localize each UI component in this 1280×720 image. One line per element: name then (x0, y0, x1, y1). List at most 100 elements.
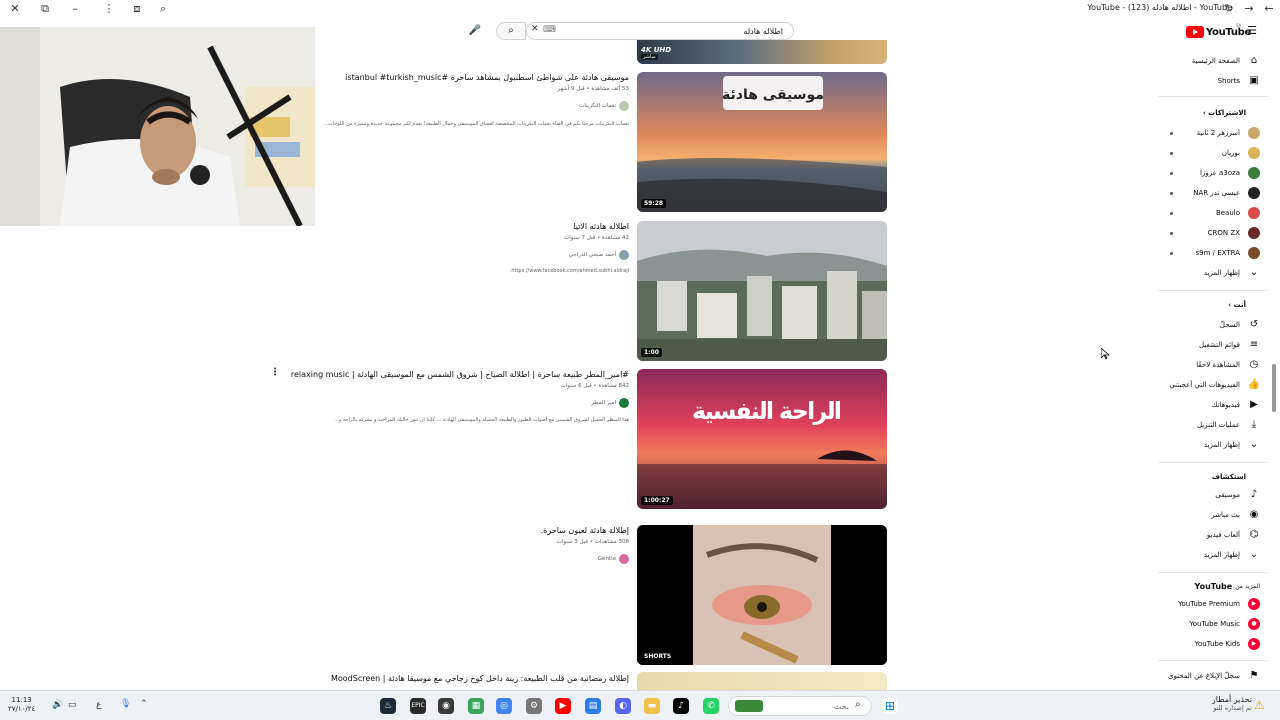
more-menu-icon[interactable]: ⋮ (102, 2, 116, 16)
sidebar-item-home[interactable]: ⌂ الصفحة الرئيسية (1192, 52, 1260, 70)
sidebar-item-watch-later[interactable]: ◷ المشاهدة لاحقًا (1196, 356, 1260, 374)
youtube-app-icon[interactable]: ▶ (555, 698, 571, 714)
video-title[interactable]: #امير_المطر طبيعة ساحرة | اطلالة الصباح … (291, 370, 629, 379)
search-button[interactable]: ⌕ (496, 22, 526, 40)
taskbar-search-input[interactable] (769, 700, 849, 713)
video-description: هذا المنظر الجميل لشروق الشمس مع أصوات ا… (333, 417, 629, 423)
input-language[interactable]: ع (96, 700, 101, 710)
voice-search-button[interactable]: 🎤 (466, 22, 484, 40)
whatsapp-icon[interactable]: ✆ (703, 698, 719, 714)
sidebar-item-subscription[interactable]: a3oza عزوزا (1200, 164, 1260, 182)
sidebar-item-history[interactable]: ↺ السجلّ (1220, 316, 1260, 334)
sunrise-thumbnail: الراحة النفسية (637, 369, 887, 509)
video-thumbnail[interactable]: 1:00 (637, 221, 887, 361)
system-clock[interactable]: 11:13 ٢٧/١٠/٢٤ (8, 696, 35, 714)
epic-games-icon[interactable]: EPIC (410, 698, 426, 714)
sidebar-item-report-history[interactable]: ⚑ سجلّ الإبلاغ عن المحتوى (1168, 667, 1260, 685)
davinci-icon[interactable]: ◉ (438, 698, 454, 714)
reload-icon[interactable]: ↻ (1222, 2, 1236, 16)
video-thumbnail[interactable]: موسيقى هادئة 59:28 (637, 72, 887, 212)
settings-icon[interactable]: ⚙ (526, 698, 542, 714)
sidebar-item-subscription[interactable]: اسرزهر 2 ثانية (1197, 124, 1260, 142)
sidebar-item-subscription[interactable]: عيسى ندر NAR (1193, 184, 1260, 202)
tiktok-icon[interactable]: ♪ (673, 698, 689, 714)
more-actions-icon[interactable]: ⋮ (270, 367, 280, 378)
video-duration: 1:00:27 (641, 496, 673, 505)
playlist-icon: ≡ (1249, 339, 1259, 350)
divider (1158, 660, 1268, 661)
video-title[interactable]: موسيقى هادئة على شواطئ اسطنبول بمشاهد سا… (345, 73, 629, 82)
excel-like-icon[interactable]: ▦ (468, 698, 484, 714)
sidebar-show-more[interactable]: ⌄ إظهار المزيد (1204, 436, 1260, 454)
chevron-down-icon: ⌄ (1249, 267, 1259, 278)
menu-icon[interactable]: ☰ (1246, 25, 1258, 37)
chevron-up-icon[interactable]: ⌃ (140, 699, 148, 709)
channel-link[interactable]: نغمات التكرينات (579, 101, 629, 111)
more-from-youtube-heading: المزيد من YouTube (1194, 582, 1260, 591)
sidebar-item-gaming[interactable]: ⌬ ألعاب فيديو (1207, 526, 1260, 544)
you-heading[interactable]: أنت › (1228, 301, 1246, 309)
sidebar-show-more[interactable]: ⌄ إظهار المزيد (1204, 546, 1260, 564)
sidebar-item-subscription[interactable]: CRON ZX (1208, 224, 1260, 242)
sidebar-item-youtube-kids[interactable]: ▶ YouTube Kids (1195, 635, 1260, 653)
video-title[interactable]: إطلالة رمضانية من قلب الطبيعة: زينة داخل… (331, 674, 629, 683)
weather-widget[interactable]: تحذير أمطار تم إصداره للتو (1196, 695, 1252, 712)
sidebar-item-liked-videos[interactable]: 👍 الفيديوهات التي أعجبتني (1169, 376, 1260, 394)
sidebar-item-label: الصفحة الرئيسية (1191, 57, 1240, 65)
sidebar-item-your-videos[interactable]: ▶ فيديوهاتك (1212, 396, 1260, 414)
taskbar-search[interactable]: ⌕ (728, 696, 872, 716)
music-icon: ♪ (1250, 489, 1258, 500)
back-icon[interactable]: ← (1262, 2, 1276, 16)
restore-window-icon[interactable]: ⧉ (38, 2, 52, 16)
video-description: نغمات التكرينات مرحبًا بكم في القناة نغم… (323, 121, 629, 127)
channel-link[interactable]: امير المطر (591, 398, 629, 408)
sidebar-item-shorts[interactable]: ▣ Shorts (1218, 72, 1260, 90)
sidebar-item-subscription[interactable]: بوريان (1222, 144, 1260, 162)
windows-taskbar: 11:13 ٢٧/١٠/٢٤ 🔊 ▭ ع 🎙 ⌃ ♨ EPIC ◉ ▦ ◎ ⚙ … (0, 690, 1280, 720)
new-content-dot (1170, 252, 1173, 255)
sidebar-item-downloads[interactable]: ⤓ عمليات التنزيل (1197, 416, 1260, 434)
network-icon[interactable]: ▭ (68, 700, 77, 710)
video-duration: 1:00 (641, 348, 662, 357)
new-content-dot (1170, 212, 1173, 215)
sidebar-item-subscription[interactable]: s9m / EXTRA (1196, 244, 1260, 262)
sidebar-item-playlists[interactable]: ≡ قوائم التشغيل (1199, 336, 1260, 354)
video-thumbnail[interactable]: 4K UHD مباشر (637, 40, 887, 64)
logo-country-code: SA (1236, 23, 1242, 28)
discord-icon[interactable]: ◐ (615, 698, 631, 714)
volume-icon[interactable]: 🔊 (52, 700, 63, 710)
video-title[interactable]: اطلاله هادئه الاتيا (573, 222, 629, 231)
webcam-overlay (0, 27, 315, 226)
warning-icon: ⚠ (1254, 698, 1265, 712)
sidebar-item-youtube-premium[interactable]: ▶ YouTube Premium (1178, 595, 1260, 613)
keyboard-icon[interactable]: ⌨ (543, 25, 556, 35)
microphone-icon[interactable]: 🎙 (120, 699, 131, 709)
channel-link[interactable]: أحمد صبحي الدراجي (569, 250, 629, 260)
video-thumbnail[interactable] (637, 672, 887, 690)
steam-icon[interactable]: ♨ (380, 698, 396, 714)
youtube-music-icon: ● (1248, 618, 1260, 630)
store-icon[interactable]: ▤ (585, 698, 601, 714)
video-title[interactable]: إطلالة هادئة لعيون ساحرة. (541, 526, 629, 535)
video-thumbnail[interactable]: الراحة النفسية 1:00:27 (637, 369, 887, 509)
clear-search-icon[interactable]: ✕ (531, 24, 539, 34)
sidebar-item-music[interactable]: ♪ موسيقى (1215, 486, 1260, 504)
sidebar-item-live[interactable]: ◉ بث مباشر (1211, 506, 1260, 524)
chrome-icon[interactable]: ◎ (496, 698, 512, 714)
search-input[interactable] (563, 25, 783, 38)
page-scrollbar[interactable] (1272, 364, 1276, 412)
minimize-window-icon[interactable]: – (68, 2, 82, 16)
home-icon: ⌂ (1250, 55, 1258, 66)
subscriptions-heading[interactable]: الاشتراكات › (1203, 109, 1246, 117)
sidebar-show-more[interactable]: ⌄ إظهار المزيد (1204, 264, 1260, 282)
extensions-icon[interactable]: ⧈ (130, 2, 144, 16)
close-window-icon[interactable]: ✕ (8, 2, 22, 16)
channel-link[interactable]: Gentle (598, 554, 629, 564)
browser-search-icon[interactable]: ⌕ (156, 2, 170, 16)
file-explorer-icon[interactable]: ▬ (644, 698, 660, 714)
windows-start-icon[interactable]: ⊞ (882, 698, 898, 714)
sidebar-item-youtube-music[interactable]: ● YouTube Music (1189, 615, 1260, 633)
video-thumbnail[interactable]: SHORTS (637, 525, 887, 665)
forward-icon[interactable]: → (1242, 2, 1256, 16)
sidebar-item-subscription[interactable]: Beaulo (1216, 204, 1260, 222)
